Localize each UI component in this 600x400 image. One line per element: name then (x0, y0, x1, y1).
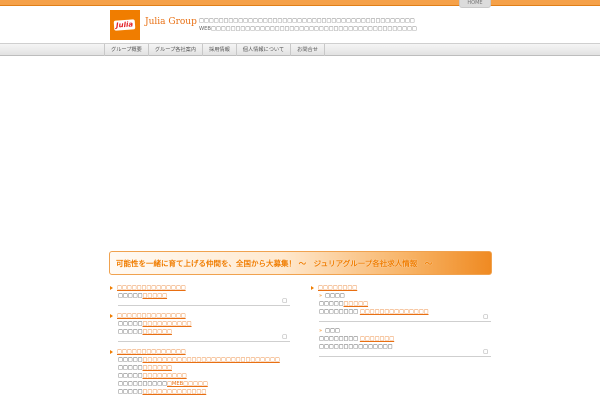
job-link[interactable]: □□□□□□ (143, 329, 172, 335)
nav-item-contact[interactable]: お問合せ (291, 44, 325, 56)
job-section: □□□□□□□□□□□□□□ □□□□□□□□□□□□□□□□□□□□□□□□□… (110, 347, 290, 396)
right-job-list: □□□□□□□□ » □□□□ □□□□□□□□□□ □□□□□□□□ □□□□□… (311, 283, 491, 362)
left-job-list: □□□□□□□□□□□□□□ □□□□□□□□□□ □ □□□□□□□□□□□□… (110, 283, 290, 400)
banner-title: 可能性を一緒に育て上げる仲間を、全国から大募集！ 〜 ジュリアグループ各社求人情… (116, 259, 433, 268)
job-link[interactable]: □□□□□□□□□□□□□□□□□□□□□□□□□□□□ (143, 357, 280, 363)
job-link[interactable]: □MEB□□□□□ (167, 381, 208, 387)
divider-mark: □ (483, 314, 488, 320)
job-row: □□□□□□□□□□ (118, 293, 168, 299)
job-row: □□□□□□□□ □□□□□□□ (319, 336, 395, 342)
job-link[interactable]: □□□□□□ (143, 365, 172, 371)
arrow-bullet-icon (110, 285, 113, 290)
divider-mark: □ (282, 334, 287, 340)
job-row: □□□□□□□□□□□ (118, 365, 172, 371)
job-section-title[interactable]: □□□□□□□□□□□□□□ (110, 311, 290, 320)
job-row: □□□□□□□□□□□□□□□□□□ (118, 389, 207, 395)
job-link[interactable]: □□□□□□□□□□□□□ (143, 389, 207, 395)
job-row: □□□□□□□□□□□□□□□ (118, 321, 192, 327)
job-link[interactable]: □□□□□□□□□ (143, 373, 187, 379)
arrow-bullet-icon (311, 285, 314, 290)
home-link[interactable]: HOME (459, 0, 491, 8)
section-divider: □ (118, 334, 290, 342)
job-section: □□□□□□□□□□□□□□ □□□□□□□□□□□□□□□ □□□□□□□□□… (110, 311, 290, 342)
job-section-title[interactable]: □□□□□□□□□□□□□□ (110, 283, 290, 292)
job-link[interactable]: □□□□□ (344, 301, 369, 307)
nav-item-recruitment[interactable]: 採用情報 (203, 44, 237, 56)
job-row: □□□□□□□□ □□□□□□□□□□□□□□ (319, 309, 429, 315)
job-row: □□□□□□□□□□□□□□□□□□□□□□□□□□□□□□□□□ (118, 357, 280, 363)
nav-item-privacy[interactable]: 個人情報について (237, 44, 292, 56)
intro-text: □□□□□□□□□□□□□□□□□□□□□□□□□□□□□□□□□□□□□□□□… (199, 17, 499, 33)
divider-mark: □ (483, 349, 488, 355)
job-link[interactable]: □□□□□□□□□□ (143, 321, 192, 327)
double-chevron-icon: » (319, 328, 323, 334)
logo-mark: Julia (114, 19, 136, 31)
job-group-heading: » □□□□ (319, 293, 345, 299)
intro-line: □□□□□□□□□□□□□□□□□□□□□□□□□□□□□□□□□□□□□□□□… (199, 18, 415, 24)
section-divider: □ (118, 298, 290, 306)
job-link[interactable]: □□□□□□□ (360, 336, 394, 342)
job-row: □□□□□□□□□□□□□□□ (319, 344, 393, 350)
job-row: □□□□□□□□□□ (319, 301, 369, 307)
job-group: » □□□□ □□□□□□□□□□ □□□□□□□□ □□□□□□□□□□□□□□… (311, 292, 491, 322)
job-link[interactable]: □□□□□□□□□□□□□□ (360, 309, 429, 315)
job-group: » □□□ □□□□□□□□ □□□□□□□ □□□□□□□□□□□□□□□ □ (311, 327, 491, 357)
section-divider: □ (319, 314, 491, 322)
nav-item-group-companies[interactable]: グループ各社案内 (149, 44, 204, 56)
job-section: □□□□□□□□□□□□□□ □□□□□□□□□□ □ (110, 283, 290, 306)
intro-line: WEB□□□□□□□□□□□□□□□□□□□□□□□□□□□□□□□□□□□□□… (199, 26, 417, 32)
job-section-title[interactable]: □□□□□□□□□□□□□□ (110, 347, 290, 356)
arrow-bullet-icon (110, 349, 113, 354)
main-nav: グループ概要 グループ各社案内 採用情報 個人情報について お問合せ (0, 43, 600, 56)
double-chevron-icon: » (319, 293, 323, 299)
job-section-title[interactable]: □□□□□□□□ (311, 283, 491, 292)
top-accent-bar (0, 0, 600, 6)
brand-name: Julia Group (145, 17, 197, 27)
nav-item-group-overview[interactable]: グループ概要 (105, 44, 149, 56)
divider-mark: □ (282, 298, 287, 304)
logo[interactable]: Julia (110, 10, 140, 40)
job-group-heading: » □□□ (319, 328, 340, 334)
job-row: □□□□□□□□□□□□□□ (118, 373, 187, 379)
job-link[interactable]: □□□□□ (143, 293, 168, 299)
job-row: □□□□□□□□□□□ (118, 329, 172, 335)
job-row: □□□□□□□□□□□MEB□□□□□ (118, 381, 208, 387)
arrow-bullet-icon (110, 313, 113, 318)
section-divider: □ (319, 349, 491, 357)
recruitment-banner: 可能性を一緒に育て上げる仲間を、全国から大募集！ 〜 ジュリアグループ各社求人情… (109, 251, 492, 275)
